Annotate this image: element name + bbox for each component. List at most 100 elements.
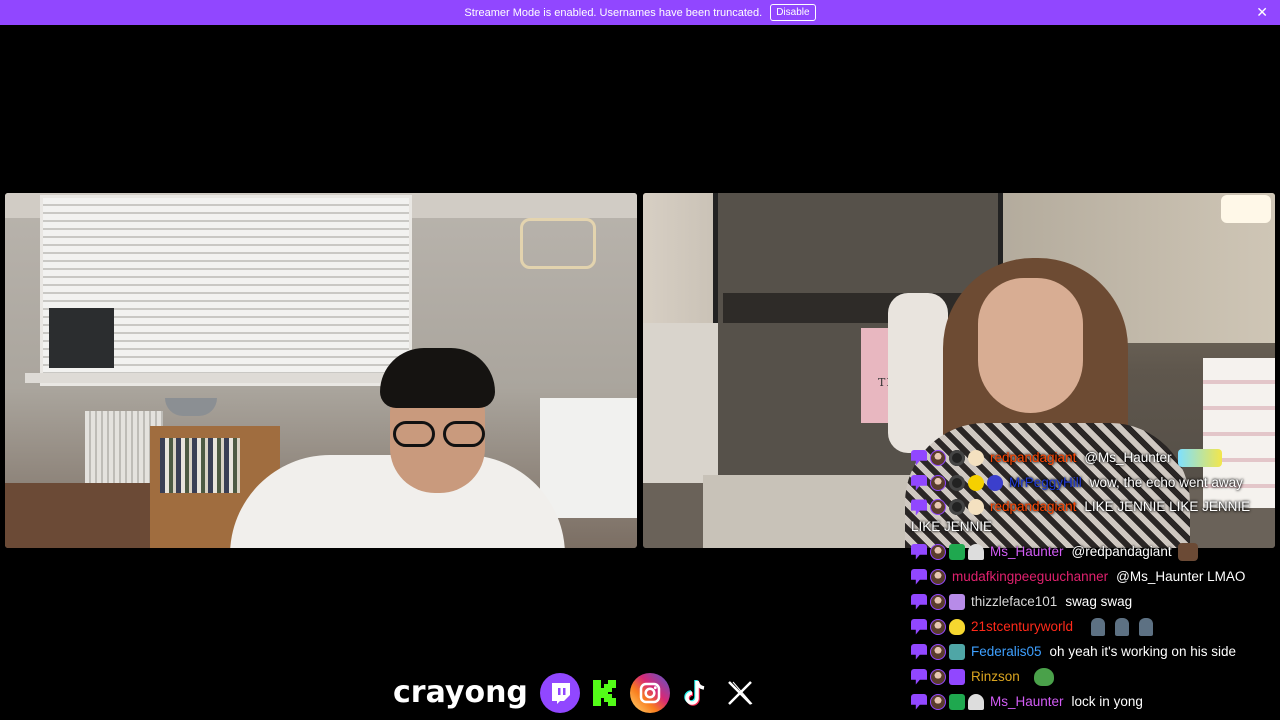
- chat-badges: [911, 693, 987, 710]
- chat-username[interactable]: Ms_Haunter: [990, 689, 1064, 714]
- subscriber-badge: [949, 668, 965, 685]
- white-bag: [540, 398, 637, 518]
- channel-bar: crayong: [393, 670, 765, 715]
- chat-badges: [911, 593, 968, 610]
- close-icon[interactable]: ✕: [1256, 4, 1268, 21]
- calendar-badge: [949, 593, 965, 610]
- chat-message: Rinzson: [911, 664, 1273, 689]
- avatar: [930, 449, 946, 466]
- chat-overlay: redpandagiant @Ms_Haunter MrPeggyHill wow, …: [911, 445, 1273, 714]
- prime-badge: [911, 543, 927, 560]
- chat-message: MrPeggyHill wow, the echo went away: [911, 470, 1273, 495]
- chat-username[interactable]: MrPeggyHill: [1009, 470, 1082, 495]
- green-badge: [949, 543, 965, 560]
- avatar: [930, 499, 946, 516]
- avatar: [930, 643, 946, 660]
- twitch-icon: [539, 672, 580, 713]
- x-icon: [720, 673, 760, 713]
- bowl: [165, 398, 217, 416]
- chat-username[interactable]: Rinzson: [971, 664, 1020, 689]
- chat-badges: [911, 449, 987, 466]
- bits-badge: [949, 643, 965, 660]
- chat-username[interactable]: redpandagiant: [990, 499, 1076, 514]
- window-sill: [25, 373, 415, 383]
- avatar: [930, 543, 946, 560]
- chat-text: @Ms_Haunter: [1084, 450, 1172, 465]
- chat-message: redpandagiant LIKE JENNIE LIKE JENNIE LIK…: [911, 495, 1273, 539]
- mouse-badge: [949, 499, 965, 516]
- person-emote: [1091, 617, 1106, 636]
- chat-badges: [911, 618, 968, 635]
- window-pane: [49, 308, 114, 368]
- bird-emote: [1177, 448, 1222, 467]
- avatar: [930, 474, 946, 491]
- dog-emote: [1177, 542, 1198, 561]
- instagram-icon: [629, 672, 670, 713]
- avatar: [930, 593, 946, 610]
- pepe-emote: [1033, 667, 1054, 686]
- chat-text: oh yeah it's working on his side: [1049, 644, 1236, 659]
- chat-username[interactable]: redpandagiant: [990, 445, 1076, 470]
- kick-icon: [585, 673, 625, 713]
- tiktok-icon: [675, 673, 715, 713]
- mouse-badge: [949, 474, 965, 491]
- floor: [5, 483, 155, 548]
- chat-text: @redpandagiant: [1071, 544, 1172, 559]
- green-badge: [949, 693, 965, 710]
- prime-badge: [911, 499, 927, 516]
- chat-badges: [911, 499, 987, 516]
- neon-sign: [520, 218, 596, 269]
- chat-message: Ms_Haunter @redpandagiant: [911, 539, 1273, 564]
- guest-face: [978, 278, 1083, 413]
- pikachu-badge: [949, 618, 965, 635]
- chat-message: thizzleface101 swag swag: [911, 589, 1273, 614]
- hat-badge: [968, 543, 984, 560]
- chat-text: swag swag: [1065, 594, 1133, 609]
- avatar: [930, 618, 946, 635]
- chat-badges: [911, 474, 1006, 491]
- cat-badge: [968, 499, 984, 516]
- cat-badge: [968, 449, 984, 466]
- prime-badge: [911, 474, 927, 491]
- chat-badges: [911, 668, 968, 685]
- streamer-mode-banner: Streamer Mode is enabled. Usernames have…: [0, 0, 1280, 25]
- chat-text: lock in yong: [1071, 694, 1143, 709]
- prime-badge: [911, 668, 927, 685]
- person-emote: [1139, 617, 1154, 636]
- prime-badge: [911, 693, 927, 710]
- chat-message: redpandagiant @Ms_Haunter: [911, 445, 1273, 470]
- chat-badges: [911, 543, 987, 560]
- chat-badges: [911, 643, 968, 660]
- prime-badge: [911, 449, 927, 466]
- streamer-hair: [380, 348, 495, 408]
- chat-username[interactable]: Ms_Haunter: [990, 539, 1064, 564]
- emoji-badge: [968, 474, 984, 491]
- person-emote: [1115, 617, 1130, 636]
- chat-username[interactable]: mudafkingpeeguuchanner: [952, 564, 1108, 589]
- avatar: [930, 693, 946, 710]
- hat-badge: [968, 693, 984, 710]
- disable-streamer-mode-button[interactable]: Disable: [770, 4, 816, 21]
- mouse-badge: [949, 449, 965, 466]
- books: [160, 438, 240, 493]
- chat-username[interactable]: thizzleface101: [971, 589, 1057, 614]
- chat-text: @Ms_Haunter LMAO: [1116, 569, 1246, 584]
- prime-badge: [911, 618, 927, 635]
- rug: [703, 475, 913, 548]
- avatar: [930, 568, 946, 585]
- prime-badge: [911, 568, 927, 585]
- chat-message: Federalis05 oh yeah it's working on his s…: [911, 639, 1273, 664]
- lamp: [1221, 195, 1271, 223]
- chat-badges: [911, 568, 949, 585]
- chat-message: Ms_Haunter lock in yong: [911, 689, 1273, 714]
- globe-badge: [987, 474, 1003, 491]
- chat-text: wow, the echo went away: [1089, 475, 1243, 490]
- chat-username[interactable]: Federalis05: [971, 639, 1042, 664]
- prime-badge: [911, 643, 927, 660]
- webcam-feed-left: [5, 193, 637, 548]
- chair: [888, 293, 948, 453]
- avatar: [930, 668, 946, 685]
- chat-username[interactable]: 21stcenturyworld: [971, 614, 1073, 639]
- chat-message: mudafkingpeeguuchanner @Ms_Haunter LMAO: [911, 564, 1273, 589]
- channel-name: crayong: [393, 674, 528, 710]
